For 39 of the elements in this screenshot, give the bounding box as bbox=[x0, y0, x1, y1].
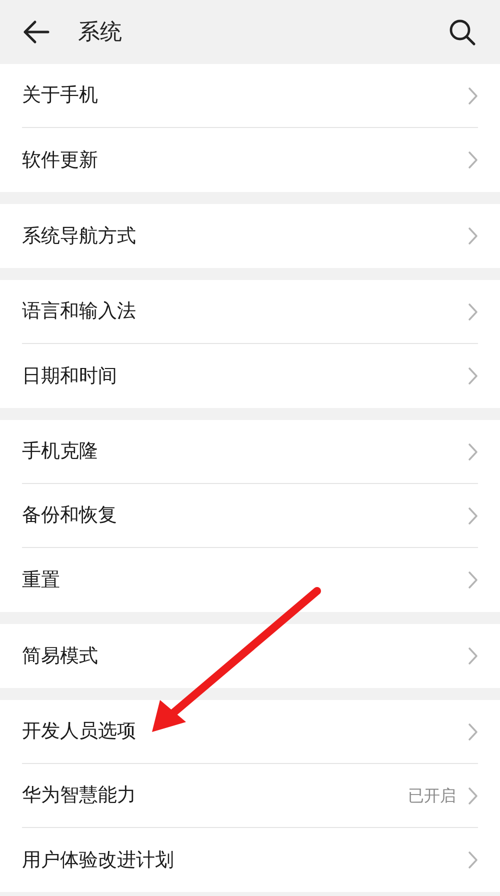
item-label: 系统导航方式 bbox=[22, 224, 136, 249]
item-label: 备份和恢复 bbox=[22, 503, 117, 528]
item-label: 语言和输入法 bbox=[22, 299, 136, 324]
chevron-icon bbox=[468, 86, 478, 104]
item-label: 华为智慧能力 bbox=[22, 783, 136, 808]
item-label: 用户体验改进计划 bbox=[22, 848, 174, 873]
chevron-icon bbox=[468, 506, 478, 524]
item-value: 已开启 bbox=[408, 784, 456, 806]
chevron-icon bbox=[468, 722, 478, 740]
item-label: 重置 bbox=[22, 568, 60, 593]
settings-item[interactable]: 备份和恢复 bbox=[22, 484, 478, 548]
chevron-icon bbox=[468, 442, 478, 460]
chevron-icon bbox=[468, 851, 478, 869]
chevron-icon bbox=[468, 786, 478, 804]
chevron-icon bbox=[468, 302, 478, 320]
settings-item[interactable]: 系统导航方式 bbox=[22, 204, 478, 268]
chevron-icon bbox=[468, 151, 478, 169]
item-label: 软件更新 bbox=[22, 148, 98, 173]
settings-item[interactable]: 重置 bbox=[22, 548, 478, 612]
search-icon[interactable] bbox=[448, 18, 476, 46]
settings-item[interactable]: 简易模式 bbox=[22, 624, 478, 688]
item-label: 开发人员选项 bbox=[22, 719, 136, 744]
settings-item[interactable]: 日期和时间 bbox=[22, 344, 478, 408]
settings-item[interactable]: 用户体验改进计划 bbox=[22, 828, 478, 892]
chevron-icon bbox=[468, 367, 478, 385]
settings-item[interactable]: 手机克隆 bbox=[22, 420, 478, 484]
chevron-icon bbox=[468, 571, 478, 589]
item-label: 手机克隆 bbox=[22, 439, 98, 464]
chevron-icon bbox=[468, 647, 478, 665]
back-icon[interactable] bbox=[22, 20, 50, 44]
chevron-icon bbox=[468, 227, 478, 245]
settings-item[interactable]: 软件更新 bbox=[22, 128, 478, 192]
item-label: 关于手机 bbox=[22, 83, 98, 108]
settings-item[interactable]: 华为智慧能力 已开启 bbox=[22, 764, 478, 828]
settings-item[interactable]: 关于手机 bbox=[22, 64, 478, 128]
settings-item[interactable]: 语言和输入法 bbox=[22, 280, 478, 344]
page-title: 系统 bbox=[78, 18, 122, 46]
item-label: 日期和时间 bbox=[22, 364, 117, 389]
item-label: 简易模式 bbox=[22, 644, 98, 669]
